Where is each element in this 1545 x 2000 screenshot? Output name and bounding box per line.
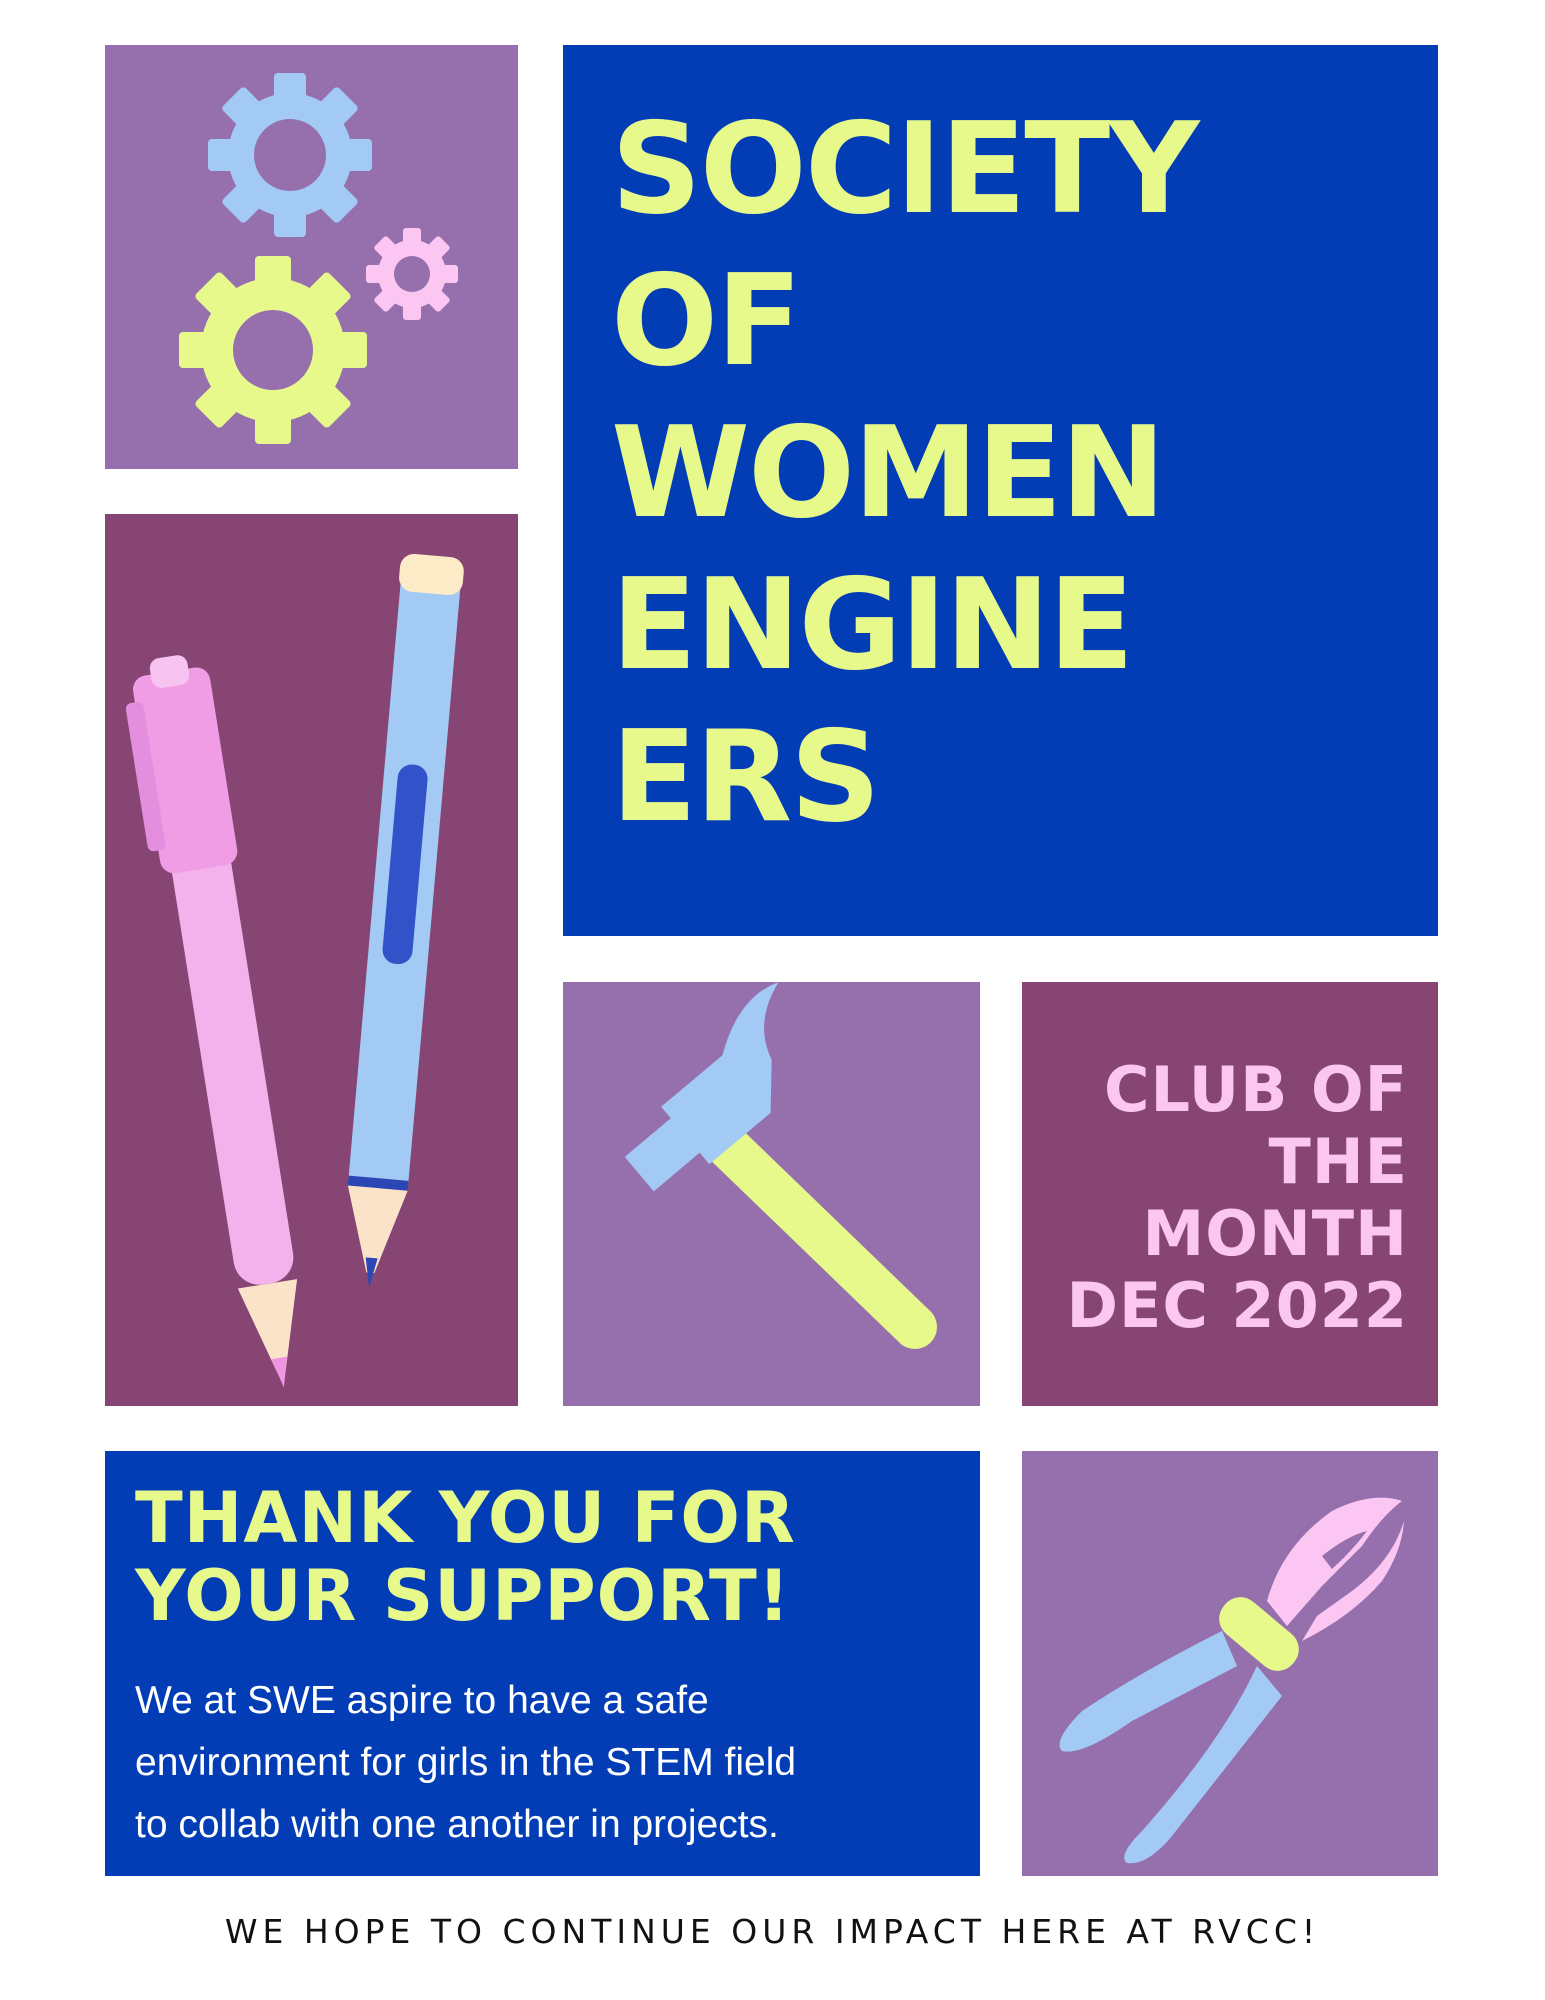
thanks-heading: THANK YOU FOR YOUR SUPPORT!: [135, 1479, 796, 1635]
thanks-body-line: to collab with one another in projects.: [135, 1803, 779, 1846]
title-line: SOCIETY: [611, 95, 1199, 242]
title-line: WOMEN: [611, 399, 1166, 546]
pliers-panel: [1022, 1451, 1438, 1876]
pencil-icon: [347, 553, 464, 1288]
thanks-body: We at SWE aspire to have a safe environm…: [135, 1670, 965, 1856]
pen-icon: [125, 655, 298, 1388]
footer-text: WE HOPE TO CONTINUE OUR IMPACT HERE AT R…: [224, 1912, 1321, 1951]
pens-panel: [105, 514, 518, 1406]
title-panel: SOCIETY OF WOMEN ENGINE ERS: [563, 45, 1438, 936]
club-line: THE: [1268, 1125, 1408, 1198]
club-of-the-month-text: CLUB OF THE MONTH DEC 2022: [1067, 1054, 1408, 1342]
club-line: CLUB OF: [1103, 1053, 1408, 1126]
title-line: ERS: [611, 703, 881, 850]
club-line: MONTH: [1142, 1197, 1408, 1270]
club-line: DEC 2022: [1066, 1269, 1408, 1342]
thanks-heading-line: THANK YOU FOR: [135, 1477, 796, 1559]
thanks-panel: THANK YOU FOR YOUR SUPPORT! We at SWE as…: [105, 1451, 980, 1876]
title-line: ENGINE: [611, 551, 1134, 698]
thanks-body-line: environment for girls in the STEM field: [135, 1741, 797, 1784]
gears-panel: [105, 45, 518, 469]
thanks-heading-line: YOUR SUPPORT!: [135, 1555, 791, 1637]
hammer-panel: [563, 982, 980, 1406]
club-of-the-month-panel: CLUB OF THE MONTH DEC 2022: [1022, 982, 1438, 1406]
page-title: SOCIETY OF WOMEN ENGINE ERS: [611, 93, 1199, 853]
thanks-body-line: We at SWE aspire to have a safe: [135, 1679, 709, 1722]
pliers-icon: [1059, 1497, 1404, 1864]
gears-icon: [179, 73, 458, 444]
title-line: OF: [611, 247, 802, 394]
hammer-icon: [624, 982, 937, 1349]
